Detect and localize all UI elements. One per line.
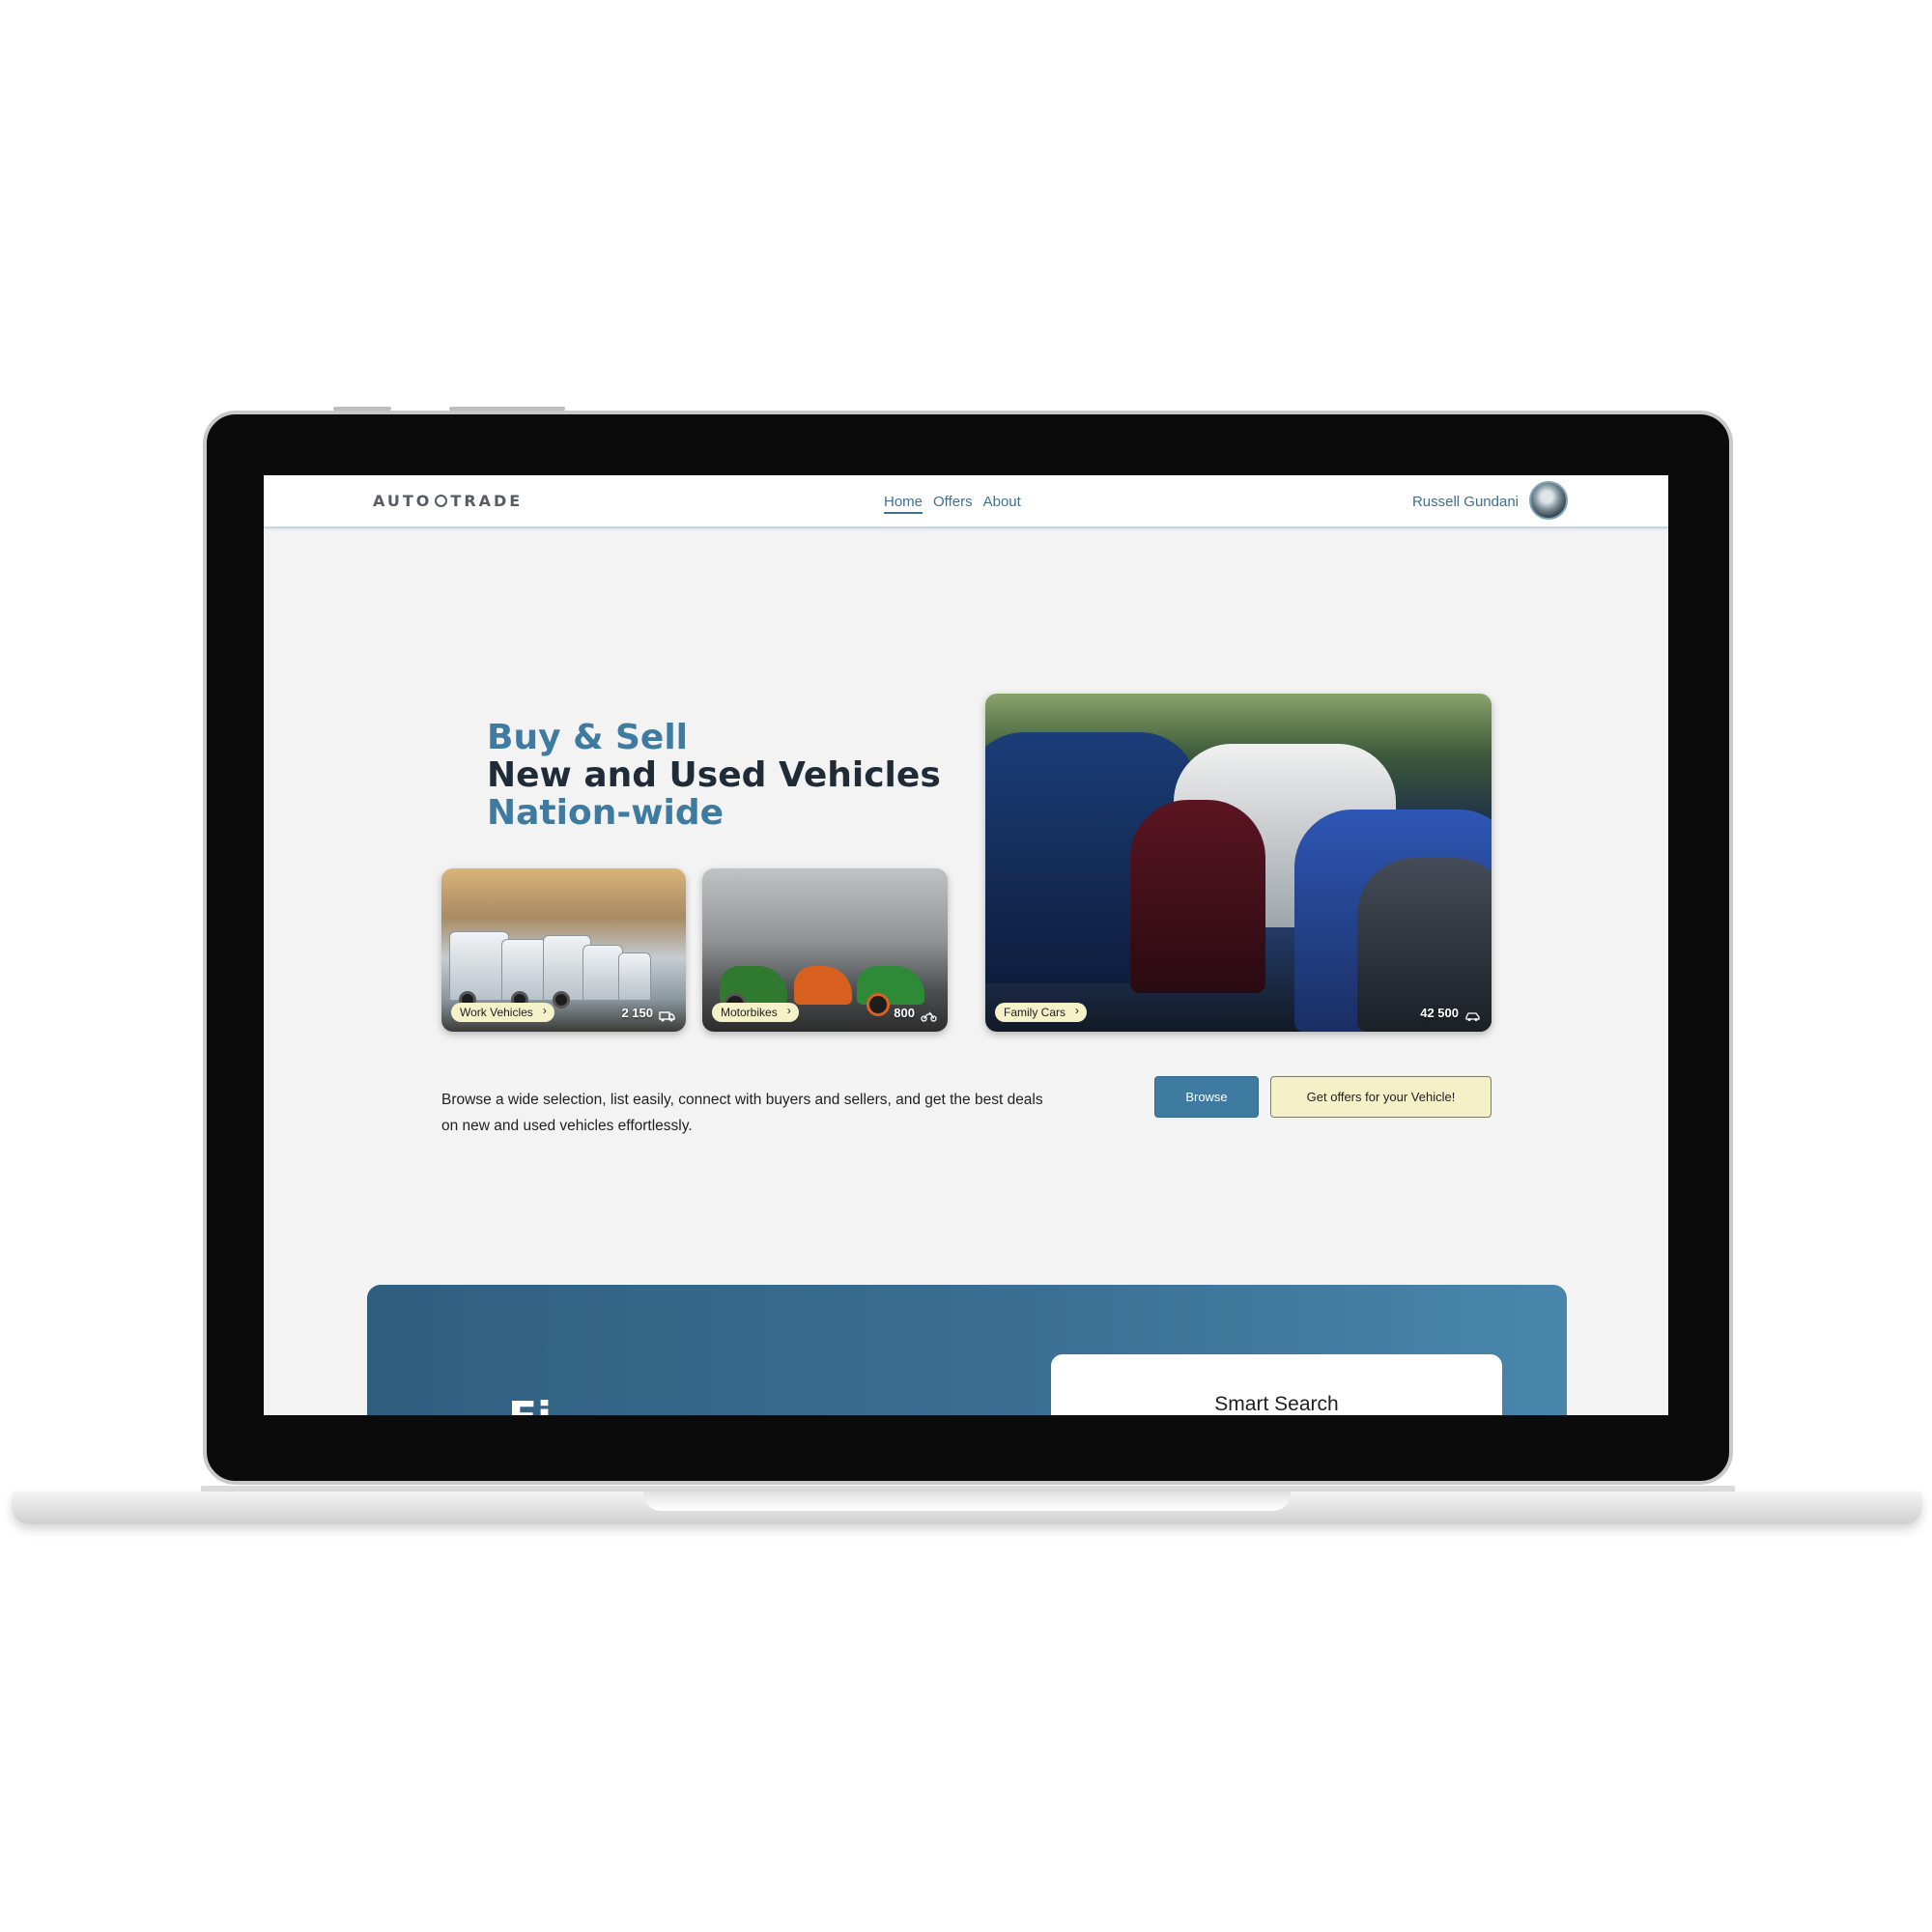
category-card-family-cars[interactable]: Family Cars › 42 500 — [985, 694, 1492, 1032]
wheel-image — [867, 993, 890, 1016]
category-label: Work Vehicles — [460, 1006, 533, 1019]
chevron-right-icon: › — [786, 1004, 791, 1017]
hero-line-3: Nation-wide — [487, 793, 724, 833]
category-card-motorbikes[interactable]: Motorbikes › 800 — [702, 868, 948, 1032]
smart-search-card: Smart Search — [1051, 1354, 1502, 1415]
truck-image — [582, 945, 623, 1001]
smart-search-title: Smart Search — [1214, 1393, 1339, 1415]
category-pill-work-vehicles[interactable]: Work Vehicles › — [451, 1003, 554, 1022]
nav-home[interactable]: Home — [884, 494, 923, 514]
category-pill-family-cars[interactable]: Family Cars › — [995, 1003, 1088, 1022]
logo-wheel-icon — [435, 495, 448, 507]
hero-description: Browse a wide selection, list easily, co… — [441, 1091, 1043, 1134]
category-label: Family Cars — [1004, 1006, 1066, 1019]
avatar[interactable] — [1529, 481, 1568, 520]
motorbike-icon — [921, 1011, 937, 1022]
smart-search-panel: Fi Smart Search — [367, 1285, 1567, 1415]
truck-image — [449, 931, 509, 1001]
main-nav: Home Offers About — [884, 494, 1021, 514]
car-image — [1130, 800, 1265, 993]
laptop-notch — [643, 1492, 1291, 1511]
chevron-right-icon: › — [1075, 1004, 1080, 1017]
browse-button[interactable]: Browse — [1154, 1076, 1259, 1118]
category-count: 42 500 — [1420, 1006, 1459, 1020]
hero-title: Buy & Sell New and Used Vehicles Nation-… — [487, 719, 941, 832]
car-icon — [1465, 1012, 1480, 1021]
panel-heading: Fi — [508, 1393, 552, 1415]
truck-image — [618, 952, 651, 1001]
get-offers-button[interactable]: Get offers for your Vehicle! — [1270, 1076, 1492, 1118]
category-card-work-vehicles[interactable]: Work Vehicles › 2 150 — [441, 868, 686, 1032]
hero-line-1: Buy & Sell — [487, 718, 689, 757]
user-name[interactable]: Russell Gundani — [1412, 494, 1519, 510]
logo-text-right: TRADE — [450, 492, 524, 510]
logo-text-left: AUTO — [373, 492, 433, 510]
screen: AUTO TRADE Home Offers About Russell Gun… — [264, 475, 1668, 1415]
nav-offers[interactable]: Offers — [933, 494, 973, 514]
category-count: 2 150 — [621, 1006, 653, 1020]
wheel-image — [553, 991, 570, 1009]
motorbike-image — [794, 966, 852, 1005]
category-pill-motorbikes[interactable]: Motorbikes › — [712, 1003, 799, 1022]
truck-icon — [659, 1011, 675, 1022]
category-count: 800 — [894, 1006, 915, 1020]
category-label: Motorbikes — [721, 1006, 778, 1019]
hero-line-2: New and Used Vehicles — [487, 755, 941, 795]
nav-about[interactable]: About — [983, 494, 1021, 514]
chevron-right-icon: › — [542, 1004, 547, 1017]
logo[interactable]: AUTO TRADE — [373, 492, 523, 510]
top-nav-bar: AUTO TRADE Home Offers About Russell Gun… — [264, 475, 1668, 528]
